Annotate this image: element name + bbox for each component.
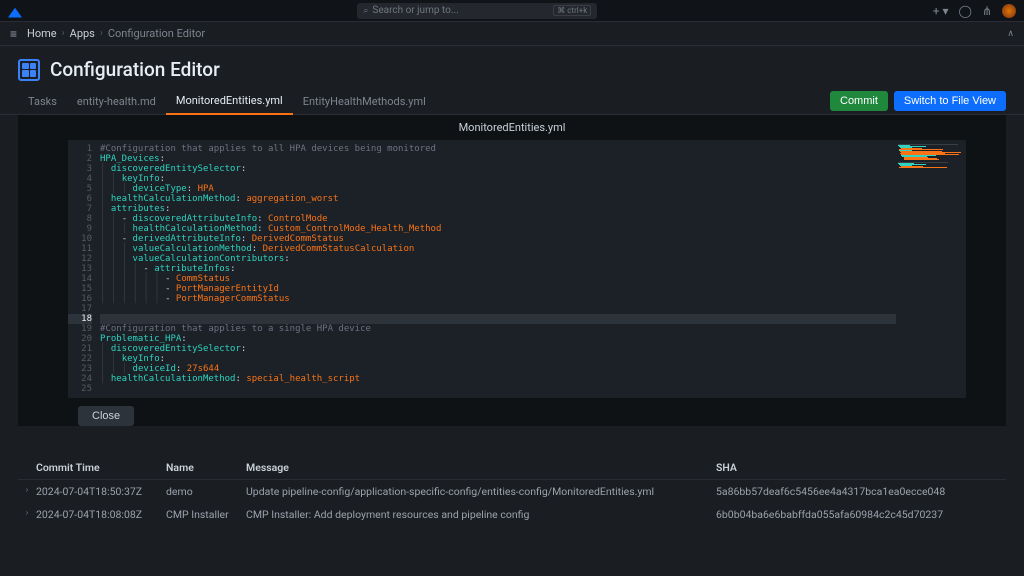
tab-entity-health[interactable]: entity-health.md xyxy=(67,88,166,114)
close-button[interactable]: Close xyxy=(78,406,134,426)
col-message: Message xyxy=(246,461,716,474)
chevron-right-icon[interactable]: › xyxy=(18,485,36,498)
app-logo[interactable] xyxy=(8,4,22,18)
commit-time: 2024-07-04T18:50:37Z xyxy=(36,485,166,498)
commit-button[interactable]: Commit xyxy=(830,91,888,111)
chevron-right-icon[interactable]: › xyxy=(18,508,36,521)
commit-sha: 6b0b04ba6e6babffda055afa60984c2c45d70237 xyxy=(716,508,1006,521)
col-name: Name xyxy=(166,461,246,474)
avatar[interactable] xyxy=(1002,4,1016,18)
search-shortcut: ⌘ ctrl+k xyxy=(553,5,591,16)
minimap[interactable] xyxy=(896,144,966,394)
file-name-header: MonitoredEntities.yml xyxy=(18,115,1006,140)
line-gutter: 1234567891011121314151617181920212223242… xyxy=(68,144,100,394)
tab-tasks[interactable]: Tasks xyxy=(18,88,67,114)
code-editor[interactable]: 1234567891011121314151617181920212223242… xyxy=(68,140,966,398)
commit-row[interactable]: › 2024-07-04T18:50:37Z demo Update pipel… xyxy=(18,480,1006,503)
page-title: Configuration Editor xyxy=(50,58,220,81)
commit-sha: 5a86bb57deaf6c5456ee4a4317bca1ea0ecce048 xyxy=(716,485,1006,498)
commits-header: Commit Time Name Message SHA xyxy=(18,456,1006,480)
global-search[interactable]: ⌕ Search or jump to... ⌘ ctrl+k xyxy=(357,3,597,19)
search-placeholder: Search or jump to... xyxy=(372,5,458,16)
config-editor-icon xyxy=(18,59,40,81)
breadcrumb: ≡ Home › Apps › Configuration Editor ∧ xyxy=(0,22,1024,46)
switch-file-view-button[interactable]: Switch to File View xyxy=(894,91,1006,111)
help-icon[interactable]: ◯ xyxy=(959,4,972,18)
menu-icon[interactable]: ≡ xyxy=(10,27,17,41)
breadcrumb-current: Configuration Editor xyxy=(108,27,205,40)
breadcrumb-apps[interactable]: Apps xyxy=(70,27,95,40)
tab-monitored-entities[interactable]: MonitoredEntities.yml xyxy=(166,87,293,115)
code-content[interactable]: #Configuration that applies to all HPA d… xyxy=(100,144,896,394)
commit-author: CMP Installer xyxy=(166,508,246,521)
breadcrumb-home[interactable]: Home xyxy=(27,27,57,40)
collapse-icon[interactable]: ∧ xyxy=(1007,29,1014,39)
commit-time: 2024-07-04T18:08:08Z xyxy=(36,508,166,521)
col-sha: SHA xyxy=(716,461,1006,474)
commit-message: CMP Installer: Add deployment resources … xyxy=(246,508,716,521)
commit-author: demo xyxy=(166,485,246,498)
col-commit-time: Commit Time xyxy=(36,461,166,474)
tab-entity-health-methods[interactable]: EntityHealthMethods.yml xyxy=(293,88,436,114)
search-icon: ⌕ xyxy=(363,6,368,16)
commit-message: Update pipeline-config/application-speci… xyxy=(246,485,716,498)
add-icon[interactable]: + ▾ xyxy=(933,4,949,18)
commit-row[interactable]: › 2024-07-04T18:08:08Z CMP Installer CMP… xyxy=(18,503,1006,526)
feed-icon[interactable]: ⋔ xyxy=(982,4,992,18)
